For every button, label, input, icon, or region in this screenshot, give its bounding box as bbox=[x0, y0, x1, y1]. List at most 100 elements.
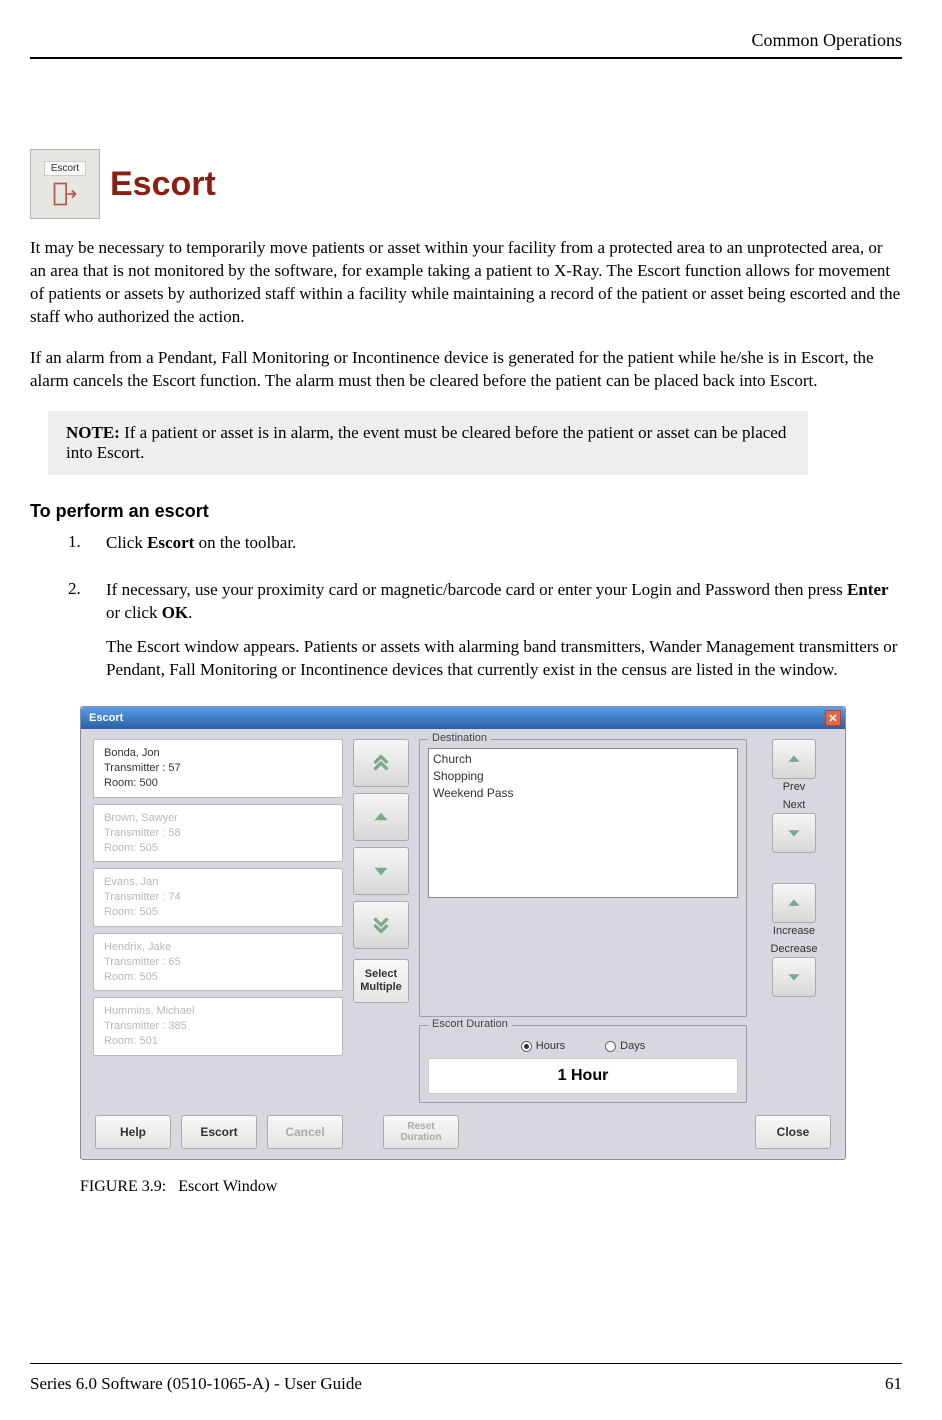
figure-escort-window: Escort ✕ Bonda, Jon Transmitter : 57 Roo… bbox=[80, 706, 902, 1160]
increase-label: Increase bbox=[773, 925, 815, 937]
close-button[interactable]: Close bbox=[755, 1115, 831, 1149]
right-main: Destination Church Shopping Weekend Pass… bbox=[419, 739, 747, 1103]
scroll-top-button[interactable] bbox=[353, 739, 409, 787]
down-icon bbox=[783, 822, 805, 844]
escort-icon-label: Escort bbox=[44, 161, 86, 176]
patient-card[interactable]: Evans, Jan Transmitter : 74 Room: 505 bbox=[93, 868, 343, 927]
patient-tx: Transmitter : 57 bbox=[104, 761, 332, 776]
down-icon bbox=[783, 966, 805, 988]
prev-label: Prev bbox=[783, 781, 806, 793]
step-number: 1. bbox=[68, 532, 86, 567]
destination-option[interactable]: Weekend Pass bbox=[433, 785, 733, 802]
page-number: 61 bbox=[885, 1374, 902, 1394]
bottom-button-row: Help Escort Cancel Reset Duration Close bbox=[93, 1111, 833, 1151]
duration-fieldset: Escort Duration Hours Days bbox=[419, 1025, 747, 1103]
step-1-text-a: Click bbox=[106, 533, 147, 552]
patient-tx: Transmitter : 65 bbox=[104, 955, 332, 970]
footer-left: Series 6.0 Software (0510-1065-A) - User… bbox=[30, 1374, 362, 1394]
increase-button[interactable]: Increase bbox=[755, 883, 833, 937]
patient-name: Evans, Jan bbox=[104, 875, 332, 890]
reset-duration-button[interactable]: Reset Duration bbox=[383, 1115, 459, 1149]
top-rule bbox=[30, 57, 902, 59]
next-button[interactable]: Next bbox=[755, 799, 833, 853]
titlebar: Escort ✕ bbox=[81, 707, 845, 729]
patient-name: Brown, Sawyer bbox=[104, 811, 332, 826]
radio-hours-label: Hours bbox=[536, 1040, 565, 1052]
intro-paragraph-1: It may be necessary to temporarily move … bbox=[30, 237, 902, 329]
step-2-text-c: or click bbox=[106, 603, 162, 622]
patient-card[interactable]: Brown, Sawyer Transmitter : 58 Room: 505 bbox=[93, 804, 343, 863]
close-icon[interactable]: ✕ bbox=[825, 710, 841, 726]
duration-label: Escort Duration bbox=[428, 1018, 512, 1030]
duration-radio-group: Hours Days bbox=[428, 1034, 738, 1058]
radio-hours[interactable]: Hours bbox=[521, 1040, 565, 1052]
decrease-button[interactable]: Decrease bbox=[755, 943, 833, 997]
note-label: NOTE: bbox=[66, 423, 120, 442]
radio-days[interactable]: Days bbox=[605, 1040, 645, 1052]
patient-card[interactable]: Bonda, Jon Transmitter : 57 Room: 500 bbox=[93, 739, 343, 798]
patient-list: Bonda, Jon Transmitter : 57 Room: 500 Br… bbox=[93, 739, 343, 1103]
select-multiple-button[interactable]: Select Multiple bbox=[353, 959, 409, 1003]
next-label: Next bbox=[783, 799, 806, 811]
patient-room: Room: 505 bbox=[104, 905, 332, 920]
patient-tx: Transmitter : 385 bbox=[104, 1019, 332, 1034]
arrow-column: Select Multiple bbox=[353, 739, 409, 1103]
note-box: NOTE: If a patient or asset is in alarm,… bbox=[48, 411, 808, 475]
destination-option[interactable]: Church bbox=[433, 751, 733, 768]
patient-room: Room: 505 bbox=[104, 841, 332, 856]
destination-option[interactable]: Shopping bbox=[433, 768, 733, 785]
patient-name: Bonda, Jon bbox=[104, 746, 332, 761]
step-2-text-a: If necessary, use your proximity card or… bbox=[106, 580, 847, 599]
step-1-text-c: on the toolbar. bbox=[194, 533, 296, 552]
step-1: 1. Click Escort on the toolbar. bbox=[68, 532, 902, 567]
figure-title: Escort Window bbox=[178, 1178, 277, 1195]
side-buttons: Prev Next Increase Dec bbox=[755, 739, 833, 1103]
step-2-bold-1: Enter bbox=[847, 580, 889, 599]
patient-card[interactable]: Hendrix, Jake Transmitter : 65 Room: 505 bbox=[93, 933, 343, 992]
patient-room: Room: 501 bbox=[104, 1034, 332, 1049]
patient-name: Hendrix, Jake bbox=[104, 940, 332, 955]
right-column: Destination Church Shopping Weekend Pass… bbox=[419, 739, 833, 1103]
patient-tx: Transmitter : 58 bbox=[104, 826, 332, 841]
bottom-rule bbox=[30, 1363, 902, 1364]
upper-area: Bonda, Jon Transmitter : 57 Room: 500 Br… bbox=[93, 739, 833, 1103]
step-1-bold: Escort bbox=[147, 533, 194, 552]
cancel-button[interactable]: Cancel bbox=[267, 1115, 343, 1149]
decrease-label: Decrease bbox=[770, 943, 817, 955]
step-2-bold-2: OK bbox=[162, 603, 188, 622]
radio-unchecked-icon bbox=[605, 1041, 616, 1052]
section-title: Escort bbox=[110, 165, 216, 204]
window-body: Bonda, Jon Transmitter : 57 Room: 500 Br… bbox=[81, 729, 845, 1159]
destination-fieldset: Destination Church Shopping Weekend Pass bbox=[419, 739, 747, 1017]
scroll-bottom-button[interactable] bbox=[353, 901, 409, 949]
section-heading: Escort Escort bbox=[30, 149, 902, 219]
step-2-paragraph-2: The Escort window appears. Patients or a… bbox=[106, 636, 902, 682]
figure-number: FIGURE 3.9: bbox=[80, 1178, 166, 1195]
destination-list[interactable]: Church Shopping Weekend Pass bbox=[428, 748, 738, 898]
patient-name: Hummins, Michael bbox=[104, 1004, 332, 1019]
help-button[interactable]: Help bbox=[95, 1115, 171, 1149]
radio-days-label: Days bbox=[620, 1040, 645, 1052]
escort-button[interactable]: Escort bbox=[181, 1115, 257, 1149]
prev-button[interactable]: Prev bbox=[755, 739, 833, 793]
up-icon bbox=[783, 748, 805, 770]
double-up-icon bbox=[368, 750, 394, 776]
patient-room: Room: 505 bbox=[104, 970, 332, 985]
double-down-icon bbox=[368, 912, 394, 938]
scroll-down-button[interactable] bbox=[353, 847, 409, 895]
escort-window: Escort ✕ Bonda, Jon Transmitter : 57 Roo… bbox=[80, 706, 846, 1160]
up-icon bbox=[783, 892, 805, 914]
intro-paragraph-2: If an alarm from a Pendant, Fall Monitor… bbox=[30, 347, 902, 393]
step-2: 2. If necessary, use your proximity card… bbox=[68, 579, 902, 695]
patient-room: Room: 500 bbox=[104, 776, 332, 791]
note-text: If a patient or asset is in alarm, the e… bbox=[66, 423, 786, 462]
step-2-text-e: . bbox=[188, 603, 192, 622]
procedure-steps: 1. Click Escort on the toolbar. 2. If ne… bbox=[68, 532, 902, 695]
figure-caption: FIGURE 3.9: Escort Window bbox=[80, 1178, 902, 1196]
patient-card[interactable]: Hummins, Michael Transmitter : 385 Room:… bbox=[93, 997, 343, 1056]
up-icon bbox=[368, 804, 394, 830]
procedure-heading: To perform an escort bbox=[30, 501, 902, 522]
patient-tx: Transmitter : 74 bbox=[104, 890, 332, 905]
scroll-up-button[interactable] bbox=[353, 793, 409, 841]
door-arrow-icon bbox=[51, 180, 79, 208]
